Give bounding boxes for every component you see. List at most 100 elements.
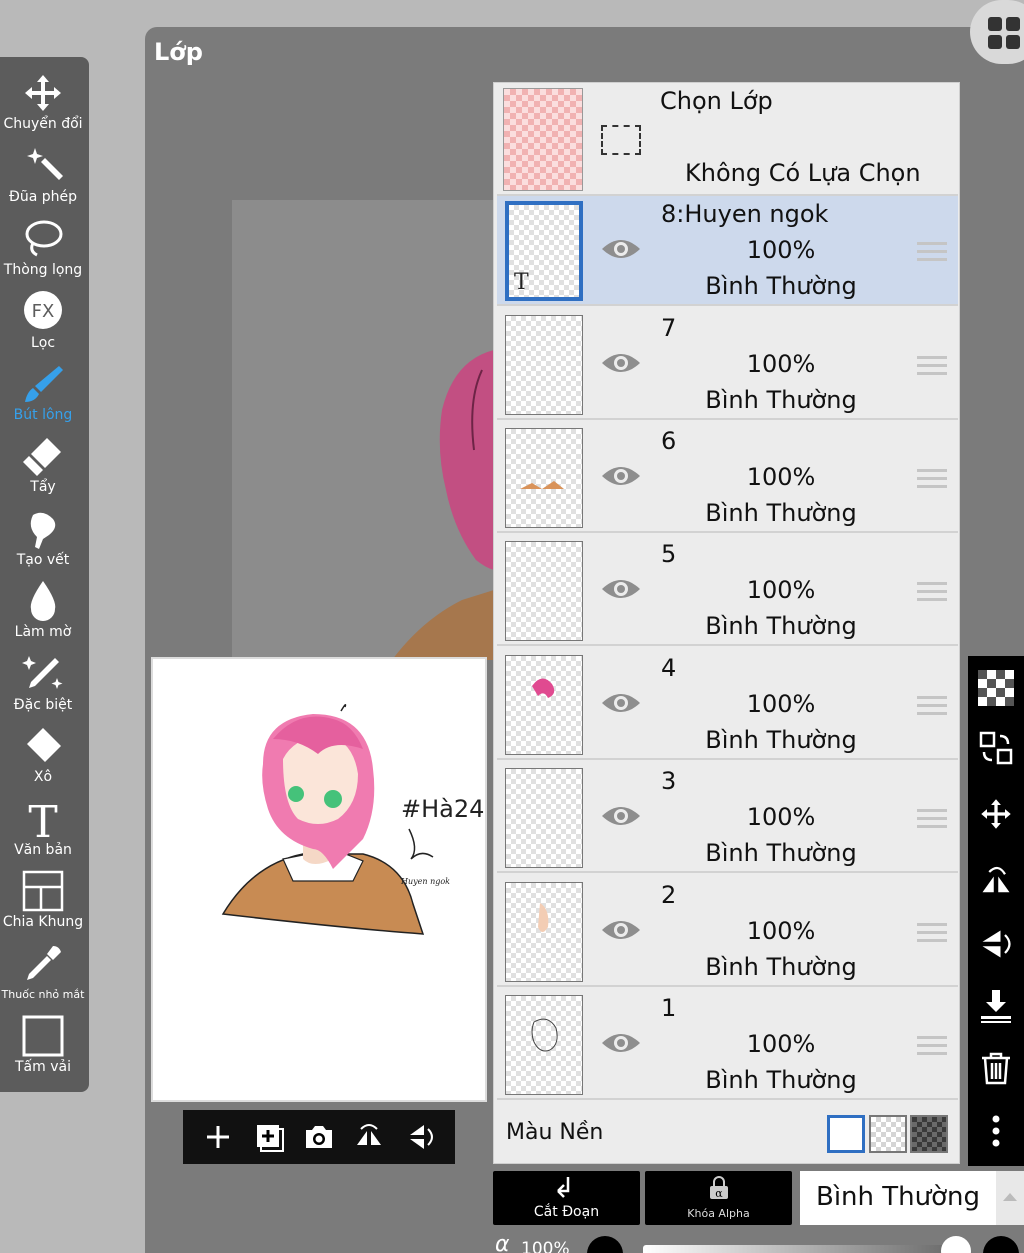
tool-magic-wand[interactable]: Đũa phép	[0, 144, 86, 205]
svg-text:FX: FX	[32, 301, 55, 322]
tool-label: Lọc	[30, 335, 56, 351]
eraser-icon	[23, 438, 61, 476]
layer-row-1[interactable]: 1 100% Bình Thường	[497, 990, 958, 1100]
layer-thumbnail	[505, 315, 583, 415]
move-layer-button[interactable]	[976, 794, 1016, 834]
layer-row-6[interactable]: 6 100% Bình Thường	[497, 423, 958, 533]
layer-name: 6	[661, 427, 677, 455]
eye-icon[interactable]	[600, 348, 642, 378]
layer-row-4[interactable]: 4 100% Bình Thường	[497, 650, 958, 760]
merge-down-button[interactable]	[976, 986, 1016, 1026]
clip-arrow-icon	[557, 1177, 570, 1198]
transparency-button[interactable]	[976, 668, 1016, 708]
background-dark-swatch[interactable]	[910, 1115, 948, 1153]
flip-horizontal-button[interactable]	[351, 1119, 387, 1155]
layer-name: 4	[661, 654, 677, 682]
drag-handle-icon[interactable]	[917, 923, 947, 943]
app-root: Chuyển đổi Đũa phép Thòng lọng FX Lọc Bú…	[0, 0, 1024, 1253]
svg-text:T: T	[28, 797, 57, 841]
opacity-increase-button[interactable]	[983, 1236, 1019, 1253]
eye-icon[interactable]	[600, 688, 642, 718]
opacity-value: 100%	[521, 1239, 570, 1253]
checker-icon	[978, 670, 1014, 706]
camera-import-button[interactable]	[301, 1119, 337, 1155]
swap-layers-button[interactable]	[976, 728, 1016, 768]
tool-brush[interactable]: Bút lông	[0, 362, 86, 423]
panel-title: Lớp	[154, 38, 203, 66]
drag-handle-icon[interactable]	[917, 582, 947, 602]
tool-lasso[interactable]: Thòng lọng	[0, 217, 86, 278]
preview-signature: Huyen ngok	[400, 877, 450, 886]
tool-bucket[interactable]: Xô	[0, 724, 86, 785]
layer-row-2[interactable]: 2 100% Bình Thường	[497, 877, 958, 987]
tool-label: Thuốc nhỏ mắt	[1, 988, 85, 1001]
lasso-icon	[25, 220, 63, 257]
background-transparent-swatch[interactable]	[869, 1115, 907, 1153]
drag-handle-icon[interactable]	[917, 696, 947, 716]
layer-opacity: 100%	[746, 236, 816, 264]
add-copy-icon	[256, 1125, 284, 1152]
eye-icon[interactable]	[600, 801, 642, 831]
opacity-slider-knob[interactable]	[941, 1236, 971, 1253]
canvas-view[interactable]	[232, 200, 494, 660]
tool-filter[interactable]: FX Lọc	[0, 290, 86, 351]
artwork-thumbnail[interactable]: #Hà247 Huyen ngok	[151, 657, 500, 1102]
layer-row-7[interactable]: 7 100% Bình Thường	[497, 310, 958, 420]
selection-layer-row[interactable]: Chọn Lớp Không Có Lựa Chọn	[497, 83, 958, 196]
drag-handle-icon[interactable]	[917, 809, 947, 829]
tool-eyedropper[interactable]: Thuốc nhỏ mắt	[0, 942, 86, 1003]
clipping-button[interactable]: Cắt Đoạn	[493, 1171, 640, 1225]
opacity-slider[interactable]	[643, 1245, 961, 1253]
fx-filter-icon: FX	[24, 291, 62, 329]
tool-label: Đũa phép	[8, 189, 77, 205]
layer-row-8[interactable]: T 8:Huyen ngok 100% Bình Thường	[497, 196, 958, 306]
flip-vertical-button[interactable]	[402, 1119, 438, 1155]
layer-row-3[interactable]: 3 100% Bình Thường	[497, 763, 958, 873]
eye-icon[interactable]	[600, 574, 642, 604]
drag-handle-icon[interactable]	[917, 356, 947, 376]
special-pen-icon	[22, 656, 63, 689]
tool-canvas[interactable]: Tấm vải	[0, 1014, 86, 1075]
move-arrows-icon	[25, 75, 61, 111]
delete-layer-button[interactable]	[976, 1048, 1016, 1088]
duplicate-layer-button[interactable]	[251, 1119, 287, 1155]
layer-name: 8:Huyen ngok	[661, 200, 829, 228]
tool-eraser[interactable]: Tẩy	[0, 434, 86, 495]
drag-handle-icon[interactable]	[917, 242, 947, 262]
tool-blur[interactable]: Làm mờ	[0, 579, 86, 640]
add-layer-button[interactable]	[200, 1119, 236, 1155]
layer-blend-mode: Bình Thường	[705, 386, 857, 414]
tool-text[interactable]: T Văn bản	[0, 797, 86, 858]
eye-icon[interactable]	[600, 461, 642, 491]
selection-marquee-icon	[601, 125, 641, 155]
move-arrows-icon	[981, 799, 1011, 829]
eye-icon[interactable]	[600, 1028, 642, 1058]
magic-wand-icon	[27, 148, 63, 180]
smudge-icon	[30, 512, 56, 549]
opacity-slider-row: α 100%	[493, 1232, 1024, 1253]
flip-horizontal-icon	[982, 866, 1010, 893]
layer-row-5[interactable]: 5 100% Bình Thường	[497, 536, 958, 646]
tool-frame-divide[interactable]: Chia Khung	[0, 869, 86, 930]
eye-icon[interactable]	[600, 234, 642, 264]
layer-blend-mode: Bình Thường	[705, 499, 857, 527]
layer-content-preview	[520, 481, 564, 489]
blend-mode-select[interactable]: Bình Thường	[800, 1171, 1024, 1225]
tool-special[interactable]: Đặc biệt	[0, 652, 86, 713]
tool-transform[interactable]: Chuyển đổi	[0, 71, 86, 132]
drag-handle-icon[interactable]	[917, 469, 947, 489]
eye-icon[interactable]	[600, 915, 642, 945]
flip-layer-vertical-button[interactable]	[976, 924, 1016, 964]
selection-status: Không Có Lựa Chọn	[685, 159, 921, 187]
tool-label: Bút lông	[13, 407, 73, 423]
more-vertical-icon	[992, 1115, 1000, 1147]
background-white-swatch[interactable]	[827, 1115, 865, 1153]
alpha-lock-button[interactable]: α Khóa Alpha	[645, 1171, 792, 1225]
drag-handle-icon[interactable]	[917, 1036, 947, 1056]
opacity-decrease-button[interactable]	[587, 1236, 623, 1253]
brush-icon	[25, 366, 63, 402]
more-options-button[interactable]	[976, 1111, 1016, 1151]
thumbnail-toolbar	[183, 1110, 455, 1164]
tool-smudge[interactable]: Tạo vết	[0, 507, 86, 568]
flip-layer-horizontal-button[interactable]	[976, 861, 1016, 901]
